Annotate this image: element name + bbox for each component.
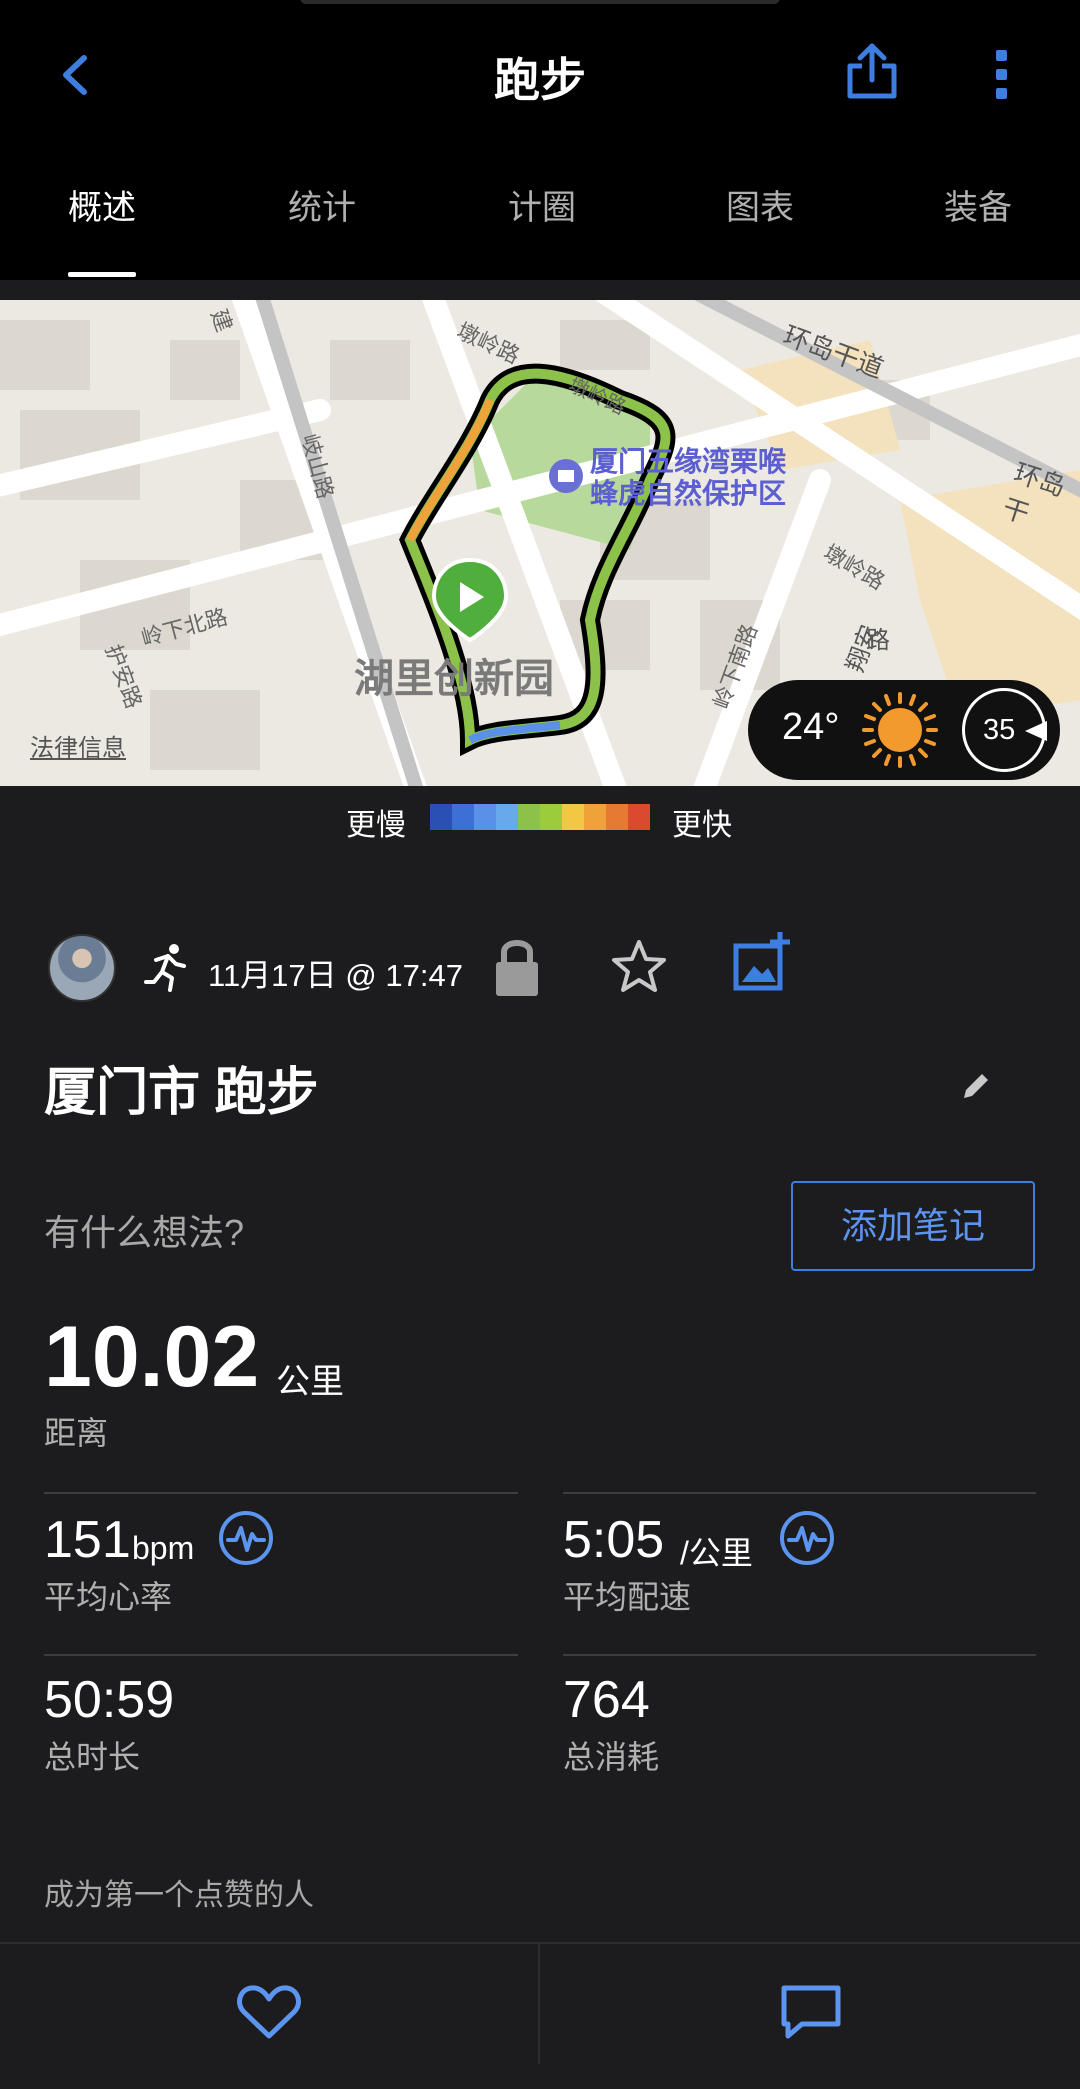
likes-prompt: 成为第一个点赞的人 xyxy=(44,1879,314,1912)
tab-overview[interactable]: 概述 xyxy=(68,180,136,229)
duration-value: 50:59 xyxy=(44,1671,175,1729)
map-label-park: 厦门五缘湾栗喉 蜂虎自然保护区 xyxy=(590,446,786,510)
park-label-line2: 蜂虎自然保护区 xyxy=(590,478,787,509)
map-label-area: 湖里创新园 xyxy=(354,657,554,701)
wind-indicator: 35 xyxy=(962,688,1047,772)
stat-divider xyxy=(563,1654,1036,1656)
pace-color-swatch xyxy=(584,804,606,830)
tab-stats[interactable]: 统计 xyxy=(288,180,356,229)
running-icon xyxy=(144,944,186,992)
pace-value: 5:05 xyxy=(563,1511,665,1569)
page-title: 跑步 xyxy=(494,54,586,106)
calories-label: 总消耗 xyxy=(563,1739,660,1775)
park-label-line1: 厦门五缘湾栗喉 xyxy=(590,446,787,477)
pace-color-swatch xyxy=(540,804,562,830)
distance-unit: 公里 xyxy=(276,1363,344,1401)
pace-color-swatch xyxy=(562,804,584,830)
edit-pencil-icon[interactable] xyxy=(958,1068,994,1104)
pace-legend: 更慢 更快 xyxy=(0,786,1080,850)
pace-chart-icon[interactable] xyxy=(779,1510,835,1566)
heart-rate-value: 151 xyxy=(44,1511,131,1569)
lock-icon[interactable] xyxy=(492,934,542,1000)
star-icon[interactable] xyxy=(610,938,668,996)
weather-badge: 24° 35 xyxy=(748,680,1060,780)
avatar[interactable] xyxy=(48,934,116,1002)
pace-slow-label: 更慢 xyxy=(346,809,406,842)
pace-unit: /公里 xyxy=(680,1535,753,1571)
comment-icon[interactable] xyxy=(780,1982,842,2042)
bottom-action-bar xyxy=(0,1942,1080,2089)
distance-value: 10.02 xyxy=(44,1309,260,1405)
calories-value: 764 xyxy=(563,1671,650,1729)
activity-meta-row: 11月17日 @ 17:47 xyxy=(0,930,1080,1010)
like-heart-icon[interactable] xyxy=(236,1982,302,2042)
wind-speed-value: 35 xyxy=(983,714,1016,746)
more-vertical-icon xyxy=(996,50,1007,99)
pace-fast-label: 更快 xyxy=(672,809,732,842)
pace-color-swatch xyxy=(430,804,452,830)
stat-divider xyxy=(563,1492,1036,1494)
status-notch xyxy=(300,0,780,4)
add-photo-icon[interactable] xyxy=(732,930,792,994)
pace-color-swatch xyxy=(496,804,518,830)
top-header: 跑步 概述 统计 计圈 图表 装备 xyxy=(0,0,1080,280)
duration-label: 总时长 xyxy=(44,1739,141,1775)
wind-direction-icon xyxy=(1025,721,1047,741)
pace-color-swatch xyxy=(452,804,474,830)
pace-color-scale xyxy=(430,804,650,830)
pace-color-swatch xyxy=(518,804,540,830)
share-button[interactable] xyxy=(842,38,902,108)
pace-color-swatch xyxy=(606,804,628,830)
stat-divider xyxy=(44,1654,518,1656)
bottom-bar-divider xyxy=(538,1944,540,2064)
share-icon xyxy=(847,43,897,99)
route-map[interactable]: 厦门五缘湾栗喉 蜂虎自然保护区 湖里创新园 环岛干道 环岛干 岐山路 岭下北路 … xyxy=(0,300,1080,786)
pace-color-swatch xyxy=(474,804,496,830)
distance-label: 距离 xyxy=(44,1415,109,1451)
pace-label: 平均配速 xyxy=(563,1579,692,1615)
activity-date: 11月17日 @ 17:47 xyxy=(208,958,463,993)
heart-rate-chart-icon[interactable] xyxy=(218,1510,274,1566)
heart-rate-unit: bpm xyxy=(132,1530,195,1566)
tab-gear[interactable]: 装备 xyxy=(944,180,1012,229)
sun-icon xyxy=(862,692,938,768)
legal-info-link[interactable]: 法律信息 xyxy=(30,728,126,763)
active-tab-indicator xyxy=(68,272,136,277)
heart-rate-label: 平均心率 xyxy=(44,1579,173,1615)
tab-charts[interactable]: 图表 xyxy=(726,180,794,229)
more-options-button[interactable] xyxy=(982,44,1022,104)
add-note-button[interactable]: 添加笔记 xyxy=(791,1181,1035,1271)
tab-bar: 概述 统计 计圈 图表 装备 xyxy=(0,180,1080,280)
temperature-value: 24° xyxy=(782,706,840,748)
map-label-road-right: 路 xyxy=(866,627,890,654)
tab-laps[interactable]: 计圈 xyxy=(508,180,576,229)
thoughts-prompt: 有什么想法? xyxy=(44,1212,245,1253)
pace-color-swatch xyxy=(628,804,650,830)
activity-title: 厦门市 跑步 xyxy=(44,1064,319,1122)
stat-divider xyxy=(44,1492,518,1494)
